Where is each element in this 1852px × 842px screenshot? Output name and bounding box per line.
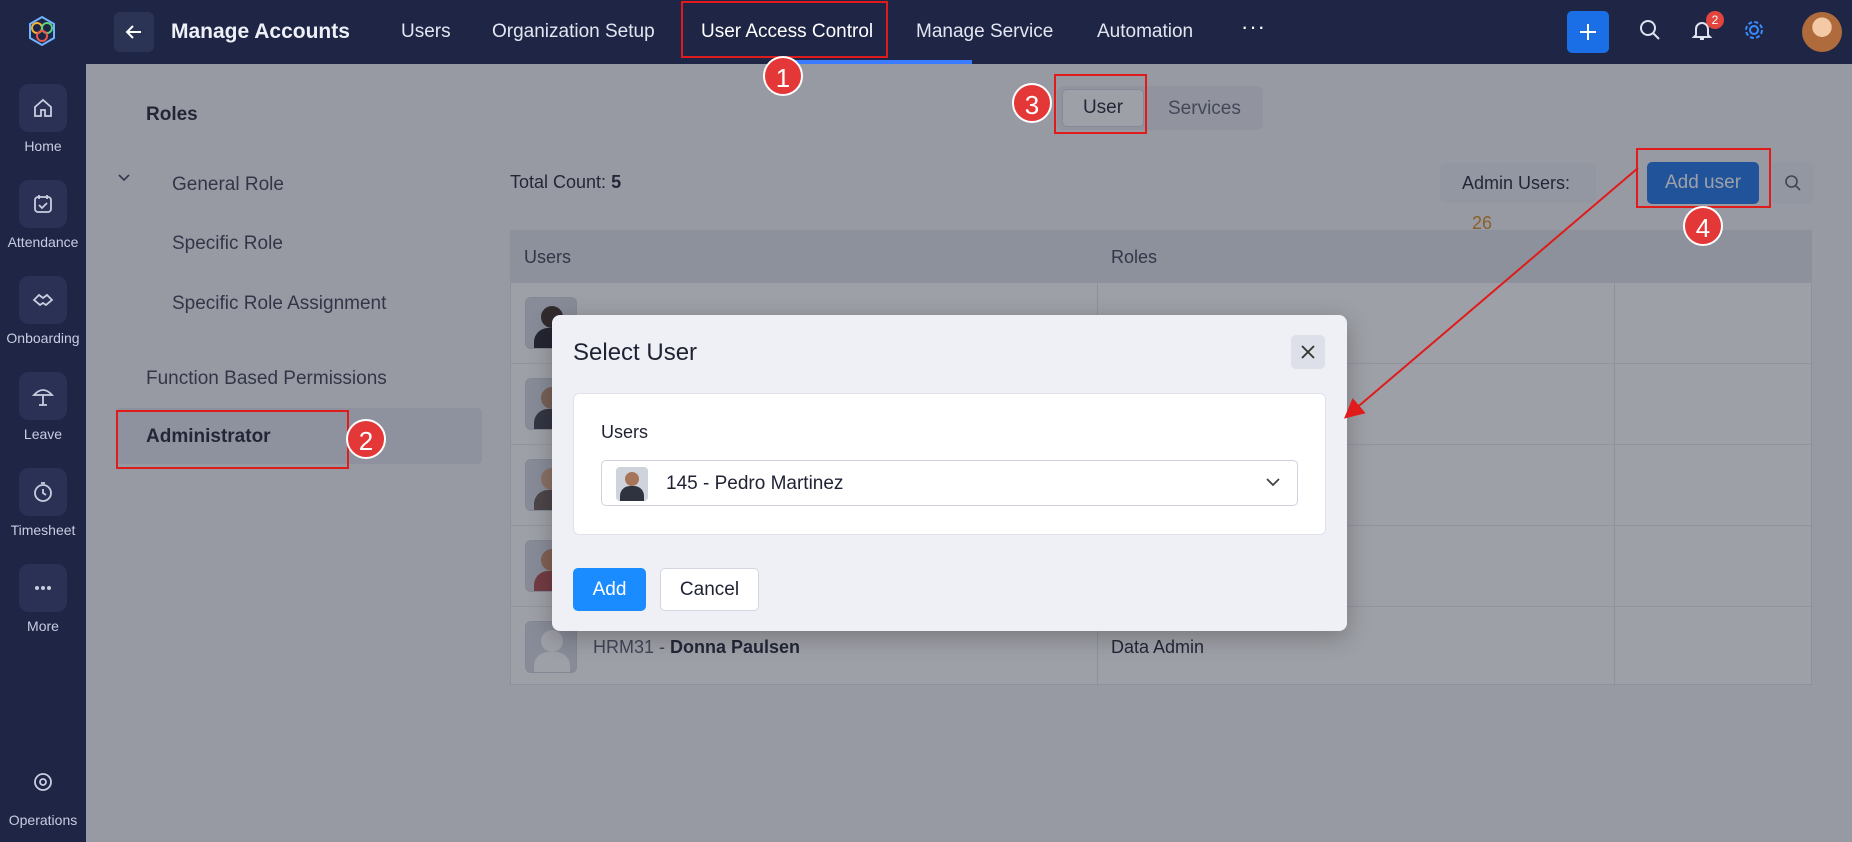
rail-label-leave: Leave: [23, 426, 63, 442]
tab-users[interactable]: Users: [401, 21, 451, 43]
rail-item-operations[interactable]: Operations: [0, 758, 86, 828]
dialog-title: Select User: [573, 339, 698, 366]
annotation-badge-3: 3: [1012, 83, 1052, 123]
rail-item-onboarding[interactable]: Onboarding: [0, 276, 86, 346]
back-button[interactable]: [114, 12, 154, 52]
left-rail: Home Attendance Onboarding Leave Timeshe…: [0, 0, 86, 842]
chevron-down-icon: [1266, 478, 1280, 487]
arrow-left-icon: [125, 25, 141, 39]
annotation-badge-1: 1: [763, 56, 803, 96]
operations-icon: [19, 758, 67, 806]
rail-item-attendance[interactable]: Attendance: [0, 180, 86, 250]
users-field-label: Users: [601, 422, 649, 442]
more-icon: [19, 564, 67, 612]
annotation-box-add-user: [1636, 148, 1771, 208]
selected-user-value: 145 - Pedro Martinez: [666, 473, 844, 494]
annotation-badge-2: 2: [346, 419, 386, 459]
top-bar: Manage Accounts Users Organization Setup…: [86, 0, 1852, 64]
tab-organization-setup[interactable]: Organization Setup: [492, 21, 655, 43]
onboarding-icon: [19, 276, 67, 324]
search-icon[interactable]: [1638, 18, 1662, 42]
rail-item-home[interactable]: Home: [0, 84, 86, 154]
rail-label-timesheet: Timesheet: [10, 522, 76, 538]
rail-item-leave[interactable]: Leave: [0, 372, 86, 442]
gear-icon[interactable]: [1742, 18, 1766, 42]
rail-label-onboarding: Onboarding: [6, 330, 80, 346]
leave-icon: [19, 372, 67, 420]
attendance-icon: [19, 180, 67, 228]
dialog-form-card: Users 145 - Pedro Martinez: [573, 393, 1326, 535]
tab-manage-service[interactable]: Manage Service: [916, 21, 1053, 43]
rail-label-operations: Operations: [8, 812, 78, 828]
tab-automation[interactable]: Automation: [1097, 21, 1193, 43]
timesheet-icon: [19, 468, 67, 516]
home-icon: [19, 84, 67, 132]
rail-label-attendance: Attendance: [7, 234, 79, 250]
close-icon: [1301, 345, 1315, 359]
rail-item-timesheet[interactable]: Timesheet: [0, 468, 86, 538]
annotation-box-user-toggle: [1054, 74, 1147, 134]
notification-badge: 2: [1706, 11, 1724, 29]
plus-icon: [1580, 24, 1596, 40]
annotation-box-administrator: [116, 410, 349, 469]
user-avatar[interactable]: [1802, 12, 1842, 52]
cancel-button[interactable]: Cancel: [660, 568, 759, 611]
rail-label-home: Home: [24, 138, 62, 154]
quick-add-button[interactable]: [1567, 11, 1609, 53]
close-button[interactable]: [1291, 335, 1325, 369]
rail-item-more[interactable]: More: [0, 564, 86, 634]
more-tabs-button[interactable]: ···: [1241, 14, 1266, 40]
annotation-box-user-access-control: [681, 1, 888, 58]
app-logo-icon[interactable]: [24, 14, 60, 50]
user-select-dropdown[interactable]: 145 - Pedro Martinez: [601, 460, 1298, 506]
annotation-badge-4: 4: [1683, 206, 1723, 246]
add-button[interactable]: Add: [573, 568, 646, 611]
select-user-dialog: Select User Users 145 - Pedro Martinez A…: [552, 315, 1347, 631]
selected-user-avatar: [616, 467, 648, 501]
rail-label-more: More: [27, 618, 59, 634]
page-title: Manage Accounts: [171, 20, 350, 43]
